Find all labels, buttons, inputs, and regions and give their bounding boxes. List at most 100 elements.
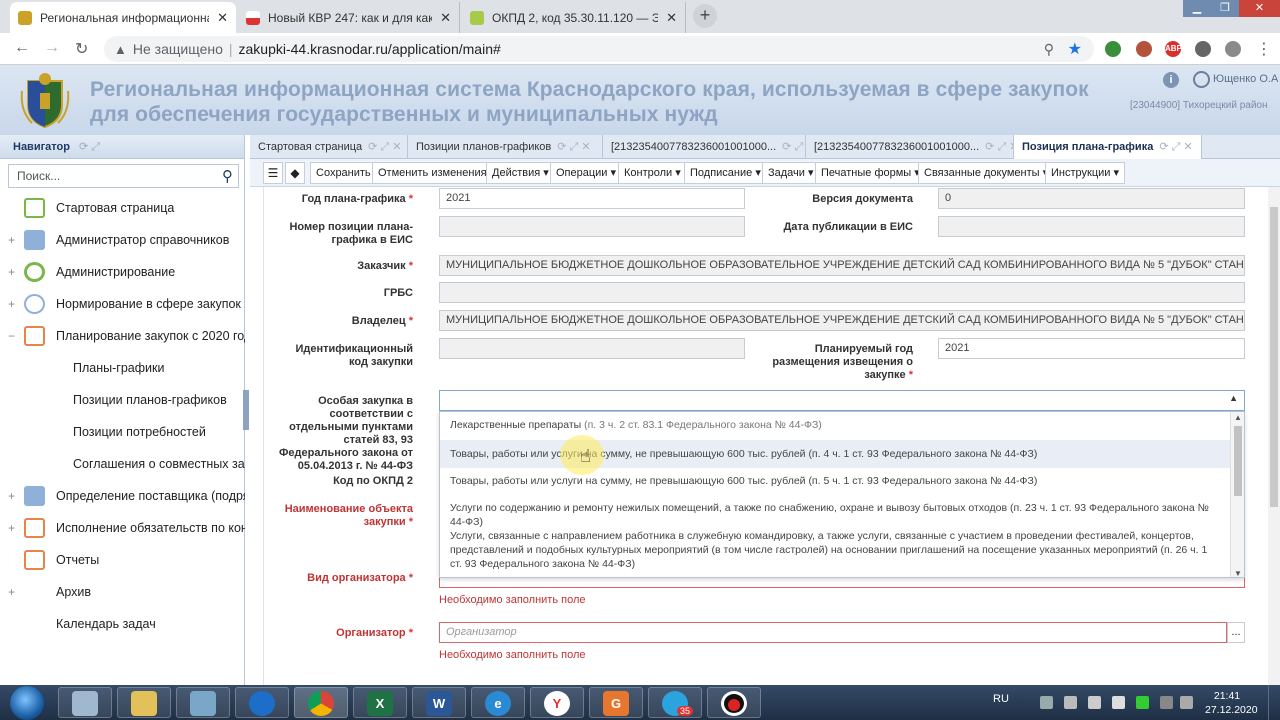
taskbar-app-calculator[interactable] [58, 687, 112, 718]
tag-icon[interactable]: ◆ [285, 162, 305, 184]
search-icon[interactable]: ⚲ [222, 166, 233, 188]
nav-item-joint-agreements[interactable]: Соглашения о совместных закупках [0, 453, 245, 475]
volume-icon[interactable] [1112, 696, 1125, 709]
extension-icon[interactable] [1105, 41, 1121, 57]
tab-position-record[interactable]: [2132354007783236001001000... ⟳ ⤢ ✕ [603, 135, 806, 159]
instructions-menu-button[interactable]: Инструкции ▾ [1045, 162, 1125, 184]
planned-year-field[interactable]: 2021 [938, 338, 1245, 359]
close-tab-icon[interactable]: ✕ [666, 10, 677, 26]
expand-toggle[interactable]: + [8, 517, 15, 539]
extension-icon[interactable] [1136, 41, 1152, 57]
windows-start-button[interactable] [10, 686, 44, 720]
nav-item-schedule-positions[interactable]: Позиции планов-графиков [0, 389, 245, 411]
info-icon[interactable]: i [1163, 72, 1179, 88]
expand-toggle[interactable]: + [8, 261, 15, 283]
navigator-search-input[interactable]: Поиск... ⚲ [8, 164, 239, 188]
nav-item-rationing[interactable]: + Нормирование в сфере закупок [0, 293, 245, 315]
taskbar-app-word[interactable]: W [412, 687, 466, 718]
taskbar-app-excel[interactable]: X [353, 687, 407, 718]
nav-item-supplier-determination[interactable]: + Определение поставщика (подрядчика, ис… [0, 485, 245, 507]
tab-schedule-positions[interactable]: Позиции планов-графиков ⟳ ⤢ ✕ [408, 135, 603, 159]
reload-icon[interactable]: ↻ [75, 39, 88, 59]
close-tab-icon[interactable]: ✕ [217, 10, 228, 26]
expand-toggle[interactable]: + [8, 581, 15, 603]
zoom-icon[interactable]: ⚲ [1044, 41, 1054, 58]
organizer-lookup-button[interactable]: ... [1227, 622, 1245, 643]
taskbar-app-ie[interactable]: e [471, 687, 525, 718]
scroll-down-icon[interactable]: ▼ [1234, 569, 1242, 577]
dropdown-scrollbar[interactable]: ▲ ▼ [1230, 412, 1244, 577]
scrollbar-thumb[interactable] [1234, 426, 1242, 496]
dropdown-arrow-icon[interactable]: ▲ [1229, 393, 1238, 403]
tray-icon[interactable] [1064, 696, 1077, 709]
menu-icon[interactable]: ☰ [263, 162, 283, 184]
actions-menu-button[interactable]: Действия ▾ [486, 162, 555, 184]
nav-item-task-calendar[interactable]: Календарь задач [0, 613, 245, 635]
special-purchase-select[interactable]: ▲ [439, 390, 1245, 411]
dropdown-option[interactable]: Лекарственные препараты (п. 3 ч. 2 ст. 8… [440, 418, 1230, 432]
tab-refresh-close-icon[interactable]: ⟳ ⤢ ✕ [782, 141, 805, 153]
tab-schedule-position-active[interactable]: Позиция плана-графика ⟳ ⤢ ✕ [1014, 135, 1202, 160]
page-scrollbar[interactable] [1268, 187, 1280, 685]
scrollbar-thumb[interactable] [1270, 207, 1278, 507]
cancel-changes-button[interactable]: Отменить изменения [372, 162, 493, 184]
maximize-window-button[interactable]: ❐ [1211, 0, 1239, 17]
system-clock[interactable]: 21:41 27.12.2020 [1205, 689, 1258, 717]
tasks-menu-button[interactable]: Задачи ▾ [762, 162, 820, 184]
tab-refresh-close-icon[interactable]: ⟳ ⤢ ✕ [368, 141, 401, 153]
taskbar-app-chrome[interactable] [294, 687, 348, 718]
user-icon[interactable] [1193, 71, 1210, 88]
tray-icon[interactable] [1160, 696, 1173, 709]
show-desktop-button[interactable] [1268, 685, 1280, 720]
taskbar-app-explorer[interactable] [117, 687, 171, 718]
nav-item-schedules[interactable]: Планы-графики [0, 357, 245, 379]
taskbar-app-notes[interactable] [176, 687, 230, 718]
signing-menu-button[interactable]: Подписание ▾ [684, 162, 767, 184]
security-shield-icon[interactable] [1136, 696, 1149, 709]
menu-dots-icon[interactable]: ⋮ [1256, 39, 1272, 59]
nav-item-reference-admin[interactable]: + Администратор справочников [0, 229, 245, 251]
nav-item-start-page[interactable]: Стартовая страница [0, 197, 245, 219]
browser-tab-active[interactable]: Региональная информационна ✕ [10, 2, 236, 33]
taskbar-app-yandex[interactable]: Y [530, 687, 584, 718]
nav-item-archive[interactable]: + Архив [0, 581, 245, 603]
forward-icon[interactable]: → [44, 39, 60, 57]
minimize-window-button[interactable]: ▁ [1183, 0, 1211, 17]
tray-icon[interactable] [1180, 696, 1193, 709]
organizer-field[interactable]: Организатор [439, 622, 1227, 643]
operations-menu-button[interactable]: Операции ▾ [550, 162, 623, 184]
year-field[interactable]: 2021 [439, 188, 745, 209]
taskbar-app-recorder[interactable] [707, 687, 761, 718]
network-icon[interactable] [1088, 696, 1101, 709]
tab-refresh-close-icon[interactable]: ⟳ ⤢ ✕ [557, 141, 590, 153]
tab-refresh-close-icon[interactable]: ⟳ ⤢ ✕ [1159, 141, 1192, 153]
tray-icon[interactable] [1040, 696, 1053, 709]
browser-tab[interactable]: Новый КВР 247: как и для каких ✕ [238, 2, 460, 33]
dropdown-option-hovered[interactable]: Товары, работы или услуги на сумму, не п… [440, 440, 1230, 468]
taskbar-app-pdf[interactable]: G [589, 687, 643, 718]
new-tab-button[interactable]: + [693, 4, 717, 28]
expand-toggle[interactable]: + [8, 293, 15, 315]
extensions-puzzle-icon[interactable] [1195, 41, 1211, 57]
navigator-collapse-handle[interactable] [243, 390, 249, 430]
nav-item-planning[interactable]: − Планирование закупок с 2020 года [0, 325, 245, 347]
scroll-up-icon[interactable]: ▲ [1234, 413, 1242, 422]
dropdown-option[interactable]: Услуги, связанные с направлением работни… [440, 529, 1230, 571]
nav-item-reports[interactable]: Отчеты [0, 549, 245, 571]
profile-icon[interactable] [1225, 41, 1241, 57]
browser-tab[interactable]: ОКПД 2, код 35.30.11.120 — Эне ✕ [462, 2, 686, 33]
save-button[interactable]: Сохранить [310, 162, 377, 184]
url-text[interactable]: zakupki-44.krasnodar.ru/application/main… [239, 41, 501, 57]
taskbar-app-teamviewer[interactable] [235, 687, 289, 718]
tab-start-page[interactable]: Стартовая страница ⟳ ⤢ ✕ [250, 135, 408, 159]
tab-position-record[interactable]: [2132354007783236001001000... ⟳ ⤢ ✕ [806, 135, 1014, 159]
bookmark-star-icon[interactable]: ★ [1068, 39, 1082, 59]
nav-item-needs-positions[interactable]: Позиции потребностей [0, 421, 245, 443]
nav-item-contract-execution[interactable]: + Исполнение обязательств по контрактам [0, 517, 245, 539]
collapse-toggle[interactable]: − [8, 325, 15, 347]
language-indicator[interactable]: RU [993, 693, 1009, 705]
dropdown-option[interactable]: Товары, работы или услуги на сумму, не п… [440, 474, 1230, 488]
expand-toggle[interactable]: + [8, 485, 15, 507]
taskbar-app-telegram[interactable]: 35 [648, 687, 702, 718]
user-name[interactable]: Ющенко О.А [1213, 73, 1278, 85]
